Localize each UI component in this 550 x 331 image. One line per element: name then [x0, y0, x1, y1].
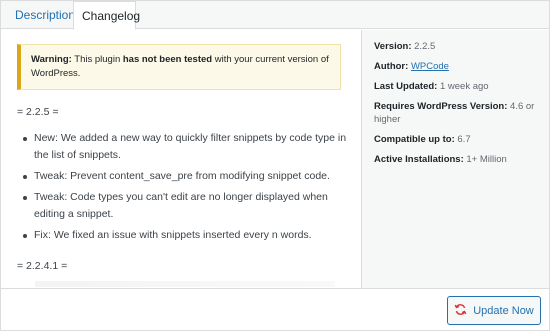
refresh-icon — [454, 303, 467, 319]
plugin-details-modal: Description Changelog Warning: This plug… — [0, 0, 550, 331]
untested-warning-notice: Warning: This plugin has not been tested… — [17, 44, 341, 90]
modal-footer: Update Now — [1, 288, 549, 330]
meta-installs: Active Installations: 1+ Million — [374, 153, 544, 166]
tab-bar: Description Changelog — [1, 1, 549, 30]
changelog-item-text: Tweak: Code types you can't edit are no … — [34, 191, 328, 220]
author-link[interactable]: WPCode — [411, 61, 449, 72]
meta-label: Compatible up to: — [374, 134, 455, 145]
changelog-item: Tweak: Code types you can't edit are no … — [17, 189, 347, 223]
meta-requires: Requires WordPress Version: 4.6 or highe… — [374, 100, 544, 126]
changelog-item: New: We added a new way to quickly filte… — [17, 130, 347, 164]
changelog-item-text: New: We added a new way to quickly filte… — [34, 132, 347, 161]
meta-value: 1 week ago — [439, 81, 489, 92]
meta-label: Active Installations: — [374, 154, 464, 165]
bullet-icon — [23, 234, 27, 238]
changelog-item-text: Tweak: Prevent content_save_pre from mod… — [34, 170, 330, 182]
meta-label: Last Updated: — [374, 81, 438, 92]
warning-label: Warning: — [31, 54, 72, 65]
meta-author: Author: WPCode — [374, 60, 544, 73]
changelog-list: New: We added a new way to quickly filte… — [17, 130, 347, 248]
meta-label: Author: — [374, 61, 409, 72]
bullet-icon — [23, 137, 27, 141]
changelog-panel: Warning: This plugin has not been tested… — [1, 30, 361, 288]
refresh-icon-svg — [454, 303, 467, 315]
meta-value: 6.7 — [457, 134, 471, 145]
cut-off-text — [35, 281, 335, 287]
tab-description[interactable]: Description — [7, 1, 83, 29]
changelog-item: Tweak: Prevent content_save_pre from mod… — [17, 168, 347, 185]
update-now-label: Update Now — [473, 304, 534, 317]
meta-version: Version: 2.2.5 — [374, 40, 544, 53]
changelog-item: Fix: We fixed an issue with snippets ins… — [17, 227, 347, 244]
meta-label: Requires WordPress Version: — [374, 101, 508, 112]
meta-last-updated: Last Updated: 1 week ago — [374, 80, 544, 93]
notice-text-pre: This plugin — [74, 54, 123, 65]
meta-label: Version: — [374, 41, 412, 52]
bullet-icon — [23, 196, 27, 200]
update-now-button[interactable]: Update Now — [447, 296, 541, 325]
tab-changelog[interactable]: Changelog — [73, 1, 140, 30]
notice-text-bold: has not been tested — [122, 54, 213, 65]
meta-value: 1+ Million — [466, 154, 507, 165]
version-heading: = 2.2.4.1 = — [17, 260, 68, 272]
bullet-icon — [23, 175, 27, 179]
meta-compatible: Compatible up to: 6.7 — [374, 133, 544, 146]
changelog-item-text: Fix: We fixed an issue with snippets ins… — [34, 229, 312, 241]
meta-value: 2.2.5 — [414, 41, 436, 52]
plugin-meta-sidebar: Version: 2.2.5 Author: WPCode Last Updat… — [361, 30, 549, 288]
version-heading: = 2.2.5 = — [17, 106, 59, 118]
